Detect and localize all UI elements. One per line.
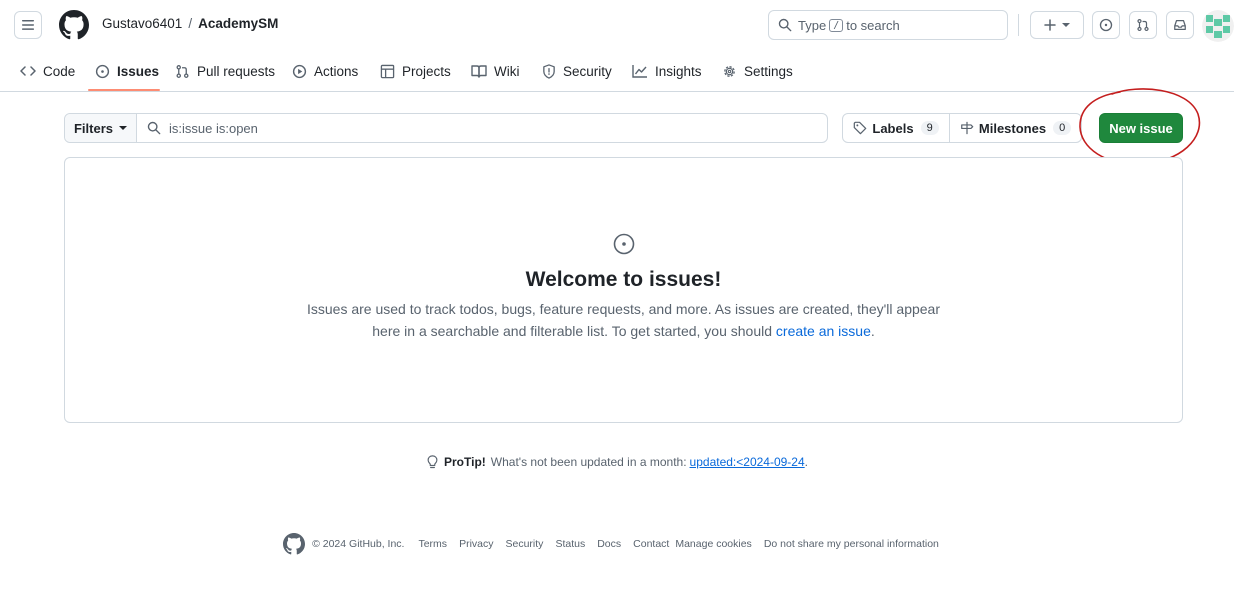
tab-settings[interactable]: Settings bbox=[722, 50, 793, 92]
issue-opened-icon bbox=[613, 233, 635, 255]
tab-security[interactable]: Security bbox=[542, 50, 612, 92]
search-placeholder-suffix: to search bbox=[846, 17, 900, 33]
book-icon bbox=[471, 65, 487, 78]
graph-icon bbox=[632, 65, 647, 78]
hamburger-icon bbox=[22, 20, 34, 30]
pull-request-icon bbox=[1137, 18, 1149, 32]
tab-projects[interactable]: Projects bbox=[380, 50, 451, 92]
new-issue-button[interactable]: New issue bbox=[1099, 113, 1183, 143]
search-shortcut-key: / bbox=[829, 18, 844, 32]
table-icon bbox=[380, 64, 395, 78]
breadcrumb-separator: / bbox=[188, 16, 193, 31]
tab-label: Projects bbox=[402, 63, 451, 79]
your-issues-button[interactable] bbox=[1092, 11, 1120, 39]
chevron-down-icon bbox=[1062, 23, 1070, 27]
labels-button[interactable]: Labels 9 bbox=[843, 114, 951, 142]
protip-label: ProTip! bbox=[444, 455, 486, 469]
blankslate-text-end: . bbox=[870, 323, 875, 339]
gear-icon bbox=[724, 65, 735, 77]
header-divider bbox=[1018, 14, 1019, 36]
global-nav: Gustavo6401 / AcademySM Type / to search bbox=[0, 0, 1234, 50]
tab-label: Settings bbox=[744, 63, 793, 79]
blankslate-title: Welcome to issues! bbox=[525, 268, 722, 291]
filters-button[interactable]: Filters bbox=[65, 114, 137, 142]
footer-copyright: © 2024 GitHub, Inc. bbox=[312, 538, 405, 550]
labels-milestones-group: Labels 9 Milestones 0 bbox=[842, 113, 1082, 143]
github-logo-icon[interactable] bbox=[59, 10, 89, 40]
breadcrumb-owner[interactable]: Gustavo6401 bbox=[102, 16, 182, 31]
tab-label: Security bbox=[563, 63, 612, 79]
footer-link-status[interactable]: Status bbox=[555, 538, 585, 550]
light-bulb-icon bbox=[427, 455, 438, 469]
github-logo-icon[interactable] bbox=[283, 533, 306, 555]
footer-link-do-not-share[interactable]: Do not share my personal information bbox=[764, 538, 939, 550]
labels-label: Labels bbox=[872, 120, 914, 136]
notifications-inbox-button[interactable] bbox=[1166, 11, 1194, 39]
footer-link-privacy[interactable]: Privacy bbox=[459, 538, 493, 550]
tab-label: Insights bbox=[655, 63, 702, 79]
repo-tabs: Code Issues Pull requests Actions Projec… bbox=[0, 50, 1234, 92]
menu-button[interactable] bbox=[14, 11, 42, 39]
play-icon bbox=[292, 64, 307, 78]
milestones-label: Milestones bbox=[978, 120, 1047, 136]
tag-icon bbox=[854, 121, 867, 135]
tab-wiki[interactable]: Wiki bbox=[471, 50, 520, 92]
issues-blankslate: Welcome to issues! Issues are used to tr… bbox=[64, 157, 1183, 423]
footer-link-manage-cookies[interactable]: Manage cookies bbox=[675, 538, 751, 550]
footer-link-terms[interactable]: Terms bbox=[418, 538, 447, 550]
global-search-input[interactable]: Type / to search bbox=[768, 10, 1008, 40]
tab-label: Pull requests bbox=[197, 63, 276, 79]
site-footer: © 2024 GitHub, Inc. Terms Privacy Securi… bbox=[0, 533, 1234, 555]
tab-code[interactable]: Code bbox=[20, 50, 75, 92]
issue-opened-icon bbox=[1099, 18, 1113, 32]
tab-issues[interactable]: Issues bbox=[95, 50, 159, 92]
new-issue-label: New issue bbox=[1109, 120, 1173, 136]
avatar-identicon-icon bbox=[1202, 10, 1234, 42]
tab-insights[interactable]: Insights bbox=[632, 50, 702, 92]
search-icon bbox=[147, 121, 161, 135]
repo-header: Gustavo6401 / AcademySM Type / to search bbox=[0, 0, 1234, 92]
tab-label: Issues bbox=[117, 63, 160, 79]
milestone-icon bbox=[961, 121, 974, 135]
breadcrumb: Gustavo6401 / AcademySM bbox=[102, 16, 278, 31]
search-placeholder-prefix: Type bbox=[798, 17, 827, 33]
plus-icon bbox=[1044, 19, 1056, 31]
inbox-icon bbox=[1174, 20, 1186, 30]
active-tab-indicator bbox=[88, 89, 160, 91]
tab-label: Code bbox=[43, 63, 76, 79]
shield-icon bbox=[543, 63, 555, 79]
create-issue-link[interactable]: create an issue bbox=[776, 323, 871, 339]
tab-pull-requests[interactable]: Pull requests bbox=[175, 50, 275, 92]
milestones-button[interactable]: Milestones 0 bbox=[950, 114, 1081, 142]
footer-link-docs[interactable]: Docs bbox=[597, 538, 621, 550]
your-pull-requests-button[interactable] bbox=[1129, 11, 1157, 39]
protip-end: . bbox=[804, 455, 808, 469]
user-avatar[interactable] bbox=[1202, 10, 1234, 42]
protip-query-link[interactable]: updated:<2024-09-24 bbox=[690, 455, 805, 469]
protip: ProTip! What's not been updated in a mon… bbox=[0, 455, 1234, 469]
chevron-down-icon bbox=[119, 126, 127, 130]
tab-actions[interactable]: Actions bbox=[292, 50, 358, 92]
issue-filter-bar: Filters is:issue is:open bbox=[64, 113, 828, 143]
create-new-button[interactable] bbox=[1030, 11, 1084, 39]
protip-text: What's not been updated in a month: bbox=[490, 455, 687, 469]
milestones-count: 0 bbox=[1053, 121, 1072, 135]
footer-link-security[interactable]: Security bbox=[506, 538, 544, 550]
issue-search-input[interactable]: is:issue is:open bbox=[137, 114, 827, 142]
search-icon bbox=[778, 18, 792, 32]
blankslate-description: Issues are used to track todos, bugs, fe… bbox=[305, 298, 942, 342]
issue-opened-icon bbox=[95, 64, 110, 78]
footer-link-contact[interactable]: Contact bbox=[633, 538, 669, 550]
labels-count: 9 bbox=[920, 121, 939, 135]
code-icon bbox=[20, 66, 36, 76]
tab-label: Actions bbox=[314, 63, 359, 79]
filters-label: Filters bbox=[73, 120, 113, 136]
tab-label: Wiki bbox=[494, 63, 520, 79]
issue-search-query: is:issue is:open bbox=[169, 120, 258, 136]
pull-request-icon bbox=[176, 64, 189, 78]
breadcrumb-repo[interactable]: AcademySM bbox=[198, 16, 278, 31]
